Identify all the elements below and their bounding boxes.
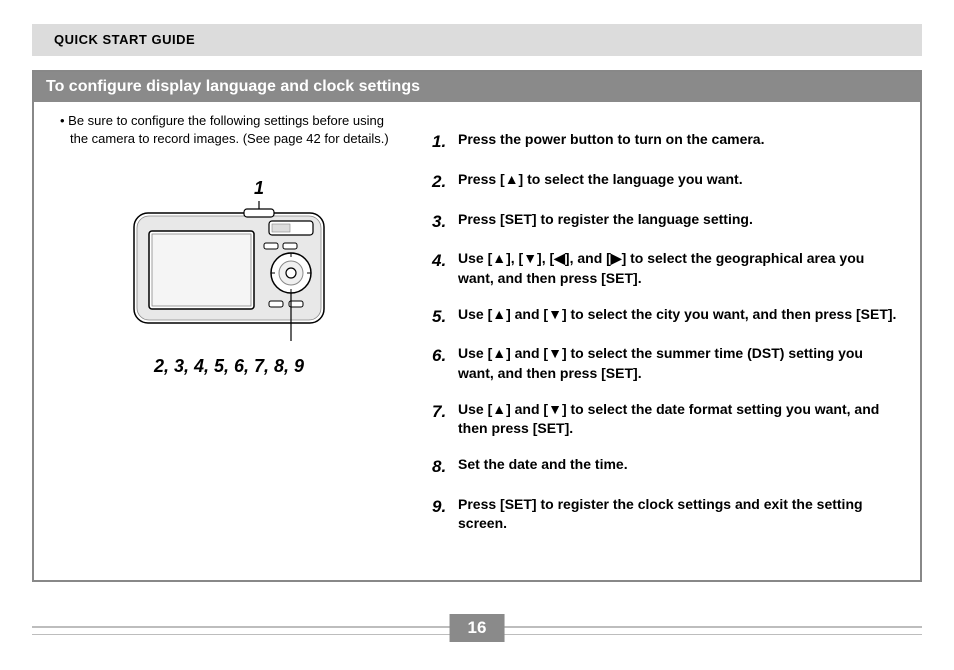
step-number: 2 bbox=[432, 170, 458, 194]
camera-illustration bbox=[119, 201, 339, 341]
content-row: Be sure to configure the following setti… bbox=[34, 102, 920, 580]
step-text: Set the date and the time. bbox=[458, 455, 902, 479]
footer-divider: 16 bbox=[32, 620, 922, 652]
step-number: 8 bbox=[432, 455, 458, 479]
left-column: Be sure to configure the following setti… bbox=[52, 112, 422, 550]
step-text: Use [▲], [▼], [◀], and [▶] to select the… bbox=[458, 249, 902, 288]
step-number: 9 bbox=[432, 495, 458, 534]
step-text: Press the power button to turn on the ca… bbox=[458, 130, 902, 154]
step-text: Press [▲] to select the language you wan… bbox=[458, 170, 902, 194]
step-number: 5 bbox=[432, 305, 458, 329]
step-item: 1 Press the power button to turn on the … bbox=[432, 130, 902, 154]
step-text: Press [SET] to register the clock settin… bbox=[458, 495, 902, 534]
section-title: To configure display language and clock … bbox=[34, 72, 920, 102]
page-header-title: QUICK START GUIDE bbox=[54, 32, 195, 47]
step-item: 9 Press [SET] to register the clock sett… bbox=[432, 495, 902, 534]
page-number: 16 bbox=[450, 614, 505, 642]
step-number: 4 bbox=[432, 249, 458, 288]
step-item: 8 Set the date and the time. bbox=[432, 455, 902, 479]
step-item: 2 Press [▲] to select the language you w… bbox=[432, 170, 902, 194]
step-item: 6 Use [▲] and [▼] to select the summer t… bbox=[432, 344, 902, 383]
page-footer: 16 bbox=[32, 620, 922, 652]
step-number: 7 bbox=[432, 400, 458, 439]
step-item: 5 Use [▲] and [▼] to select the city you… bbox=[432, 305, 902, 329]
page-header: QUICK START GUIDE bbox=[32, 24, 922, 56]
callout-label-top: 1 bbox=[116, 178, 402, 199]
main-content-box: To configure display language and clock … bbox=[32, 70, 922, 582]
step-number: 6 bbox=[432, 344, 458, 383]
config-note: Be sure to configure the following setti… bbox=[56, 112, 402, 148]
step-item: 3 Press [SET] to register the language s… bbox=[432, 210, 902, 234]
step-text: Use [▲] and [▼] to select the city you w… bbox=[458, 305, 902, 329]
step-text: Use [▲] and [▼] to select the date forma… bbox=[458, 400, 902, 439]
step-list: 1 Press the power button to turn on the … bbox=[432, 130, 902, 534]
right-column: 1 Press the power button to turn on the … bbox=[422, 112, 902, 550]
step-number: 3 bbox=[432, 210, 458, 234]
step-item: 7 Use [▲] and [▼] to select the date for… bbox=[432, 400, 902, 439]
camera-figure: 1 bbox=[56, 178, 402, 377]
step-text: Press [SET] to register the language set… bbox=[458, 210, 902, 234]
step-number: 1 bbox=[432, 130, 458, 154]
callout-label-bottom: 2, 3, 4, 5, 6, 7, 8, 9 bbox=[56, 356, 402, 377]
step-item: 4 Use [▲], [▼], [◀], and [▶] to select t… bbox=[432, 249, 902, 288]
step-text: Use [▲] and [▼] to select the summer tim… bbox=[458, 344, 902, 383]
